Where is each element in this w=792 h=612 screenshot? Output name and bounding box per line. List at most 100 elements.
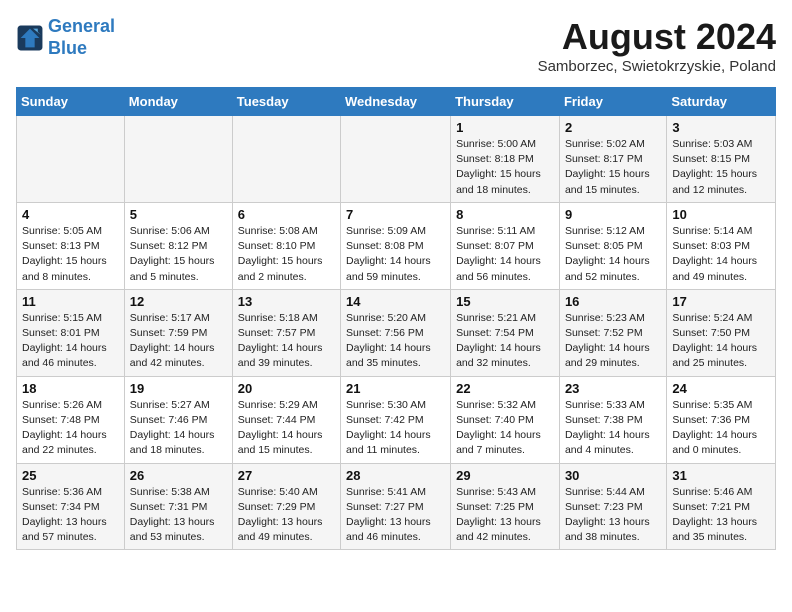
- calendar-header: SundayMondayTuesdayWednesdayThursdayFrid…: [17, 88, 776, 116]
- calendar-cell: 10 Sunrise: 5:14 AMSunset: 8:03 PMDayligh…: [667, 202, 776, 289]
- calendar-cell: 29 Sunrise: 5:43 AMSunset: 7:25 PMDayligh…: [451, 463, 560, 550]
- day-info: Sunrise: 5:17 AMSunset: 7:59 PMDaylight:…: [130, 311, 227, 372]
- calendar-cell: 31 Sunrise: 5:46 AMSunset: 7:21 PMDayligh…: [667, 463, 776, 550]
- day-number: 8: [456, 207, 554, 222]
- week-row-2: 4 Sunrise: 5:05 AMSunset: 8:13 PMDaylight…: [17, 202, 776, 289]
- day-number: 13: [238, 294, 335, 309]
- calendar-cell: 15Sunrise: 5:21 AMSunset: 7:54 PMDayligh…: [451, 289, 560, 376]
- day-info: Sunrise: 5:36 AMSunset: 7:34 PMDaylight:…: [22, 485, 119, 546]
- day-number: 24: [672, 381, 770, 396]
- header-day-thursday: Thursday: [451, 88, 560, 116]
- day-number: 2: [565, 120, 661, 135]
- calendar-cell: 18 Sunrise: 5:26 AMSunset: 7:48 PMDayligh…: [17, 376, 125, 463]
- calendar-cell: 17 Sunrise: 5:24 AMSunset: 7:50 PMDayligh…: [667, 289, 776, 376]
- calendar-cell: 5 Sunrise: 5:06 AMSunset: 8:12 PMDaylight…: [124, 202, 232, 289]
- calendar-cell: 19Sunrise: 5:27 AMSunset: 7:46 PMDayligh…: [124, 376, 232, 463]
- day-number: 16: [565, 294, 661, 309]
- day-number: 12: [130, 294, 227, 309]
- day-info: Sunrise: 5:44 AMSunset: 7:23 PMDaylight:…: [565, 485, 661, 546]
- day-number: 15: [456, 294, 554, 309]
- day-info: Sunrise: 5:00 AMSunset: 8:18 PMDaylight:…: [456, 137, 554, 198]
- day-number: 7: [346, 207, 445, 222]
- logo-line1: General: [48, 16, 115, 36]
- calendar-cell: 12 Sunrise: 5:17 AMSunset: 7:59 PMDayligh…: [124, 289, 232, 376]
- day-info: Sunrise: 5:35 AMSunset: 7:36 PMDaylight:…: [672, 398, 770, 459]
- calendar-cell: [341, 116, 451, 203]
- calendar-cell: [232, 116, 340, 203]
- calendar-cell: 11Sunrise: 5:15 AMSunset: 8:01 PMDayligh…: [17, 289, 125, 376]
- header-row: SundayMondayTuesdayWednesdayThursdayFrid…: [17, 88, 776, 116]
- header-day-wednesday: Wednesday: [341, 88, 451, 116]
- day-info: Sunrise: 5:20 AMSunset: 7:56 PMDaylight:…: [346, 311, 445, 372]
- day-number: 26: [130, 468, 227, 483]
- day-info: Sunrise: 5:02 AMSunset: 8:17 PMDaylight:…: [565, 137, 661, 198]
- calendar-cell: 14Sunrise: 5:20 AMSunset: 7:56 PMDayligh…: [341, 289, 451, 376]
- day-info: Sunrise: 5:40 AMSunset: 7:29 PMDaylight:…: [238, 485, 335, 546]
- calendar-cell: 9Sunrise: 5:12 AMSunset: 8:05 PMDaylight…: [559, 202, 666, 289]
- calendar-table: SundayMondayTuesdayWednesdayThursdayFrid…: [16, 87, 776, 550]
- logo-line2: Blue: [48, 38, 87, 58]
- day-info: Sunrise: 5:11 AMSunset: 8:07 PMDaylight:…: [456, 224, 554, 285]
- day-number: 18: [22, 381, 119, 396]
- calendar-cell: 1 Sunrise: 5:00 AMSunset: 8:18 PMDaylight…: [451, 116, 560, 203]
- logo-icon: [16, 24, 44, 52]
- calendar-cell: 22Sunrise: 5:32 AMSunset: 7:40 PMDayligh…: [451, 376, 560, 463]
- day-info: Sunrise: 5:23 AMSunset: 7:52 PMDaylight:…: [565, 311, 661, 372]
- day-info: Sunrise: 5:14 AMSunset: 8:03 PMDaylight:…: [672, 224, 770, 285]
- calendar-cell: 2 Sunrise: 5:02 AMSunset: 8:17 PMDaylight…: [559, 116, 666, 203]
- day-info: Sunrise: 5:03 AMSunset: 8:15 PMDaylight:…: [672, 137, 770, 198]
- header-day-monday: Monday: [124, 88, 232, 116]
- calendar-cell: 7 Sunrise: 5:09 AMSunset: 8:08 PMDaylight…: [341, 202, 451, 289]
- day-info: Sunrise: 5:24 AMSunset: 7:50 PMDaylight:…: [672, 311, 770, 372]
- day-info: Sunrise: 5:29 AMSunset: 7:44 PMDaylight:…: [238, 398, 335, 459]
- calendar-cell: 21Sunrise: 5:30 AMSunset: 7:42 PMDayligh…: [341, 376, 451, 463]
- day-number: 5: [130, 207, 227, 222]
- header-day-friday: Friday: [559, 88, 666, 116]
- day-number: 23: [565, 381, 661, 396]
- day-info: Sunrise: 5:15 AMSunset: 8:01 PMDaylight:…: [22, 311, 119, 372]
- calendar-cell: 26 Sunrise: 5:38 AMSunset: 7:31 PMDayligh…: [124, 463, 232, 550]
- header-day-tuesday: Tuesday: [232, 88, 340, 116]
- day-info: Sunrise: 5:41 AMSunset: 7:27 PMDaylight:…: [346, 485, 445, 546]
- calendar-cell: 23Sunrise: 5:33 AMSunset: 7:38 PMDayligh…: [559, 376, 666, 463]
- calendar-cell: [124, 116, 232, 203]
- day-number: 1: [456, 120, 554, 135]
- day-info: Sunrise: 5:05 AMSunset: 8:13 PMDaylight:…: [22, 224, 119, 285]
- day-info: Sunrise: 5:32 AMSunset: 7:40 PMDaylight:…: [456, 398, 554, 459]
- day-number: 4: [22, 207, 119, 222]
- location: Samborzec, Swietokrzyskie, Poland: [538, 58, 776, 75]
- day-info: Sunrise: 5:46 AMSunset: 7:21 PMDaylight:…: [672, 485, 770, 546]
- day-number: 29: [456, 468, 554, 483]
- day-number: 27: [238, 468, 335, 483]
- header-day-saturday: Saturday: [667, 88, 776, 116]
- week-row-4: 18 Sunrise: 5:26 AMSunset: 7:48 PMDayligh…: [17, 376, 776, 463]
- day-number: 25: [22, 468, 119, 483]
- calendar-cell: 27 Sunrise: 5:40 AMSunset: 7:29 PMDayligh…: [232, 463, 340, 550]
- week-row-3: 11Sunrise: 5:15 AMSunset: 8:01 PMDayligh…: [17, 289, 776, 376]
- day-info: Sunrise: 5:43 AMSunset: 7:25 PMDaylight:…: [456, 485, 554, 546]
- day-number: 20: [238, 381, 335, 396]
- week-row-5: 25 Sunrise: 5:36 AMSunset: 7:34 PMDayligh…: [17, 463, 776, 550]
- day-info: Sunrise: 5:38 AMSunset: 7:31 PMDaylight:…: [130, 485, 227, 546]
- calendar-cell: 28 Sunrise: 5:41 AMSunset: 7:27 PMDayligh…: [341, 463, 451, 550]
- day-info: Sunrise: 5:08 AMSunset: 8:10 PMDaylight:…: [238, 224, 335, 285]
- day-number: 10: [672, 207, 770, 222]
- header-day-sunday: Sunday: [17, 88, 125, 116]
- calendar-cell: 13Sunrise: 5:18 AMSunset: 7:57 PMDayligh…: [232, 289, 340, 376]
- day-info: Sunrise: 5:26 AMSunset: 7:48 PMDaylight:…: [22, 398, 119, 459]
- day-number: 28: [346, 468, 445, 483]
- day-info: Sunrise: 5:06 AMSunset: 8:12 PMDaylight:…: [130, 224, 227, 285]
- calendar-cell: 16 Sunrise: 5:23 AMSunset: 7:52 PMDayligh…: [559, 289, 666, 376]
- day-info: Sunrise: 5:27 AMSunset: 7:46 PMDaylight:…: [130, 398, 227, 459]
- day-number: 6: [238, 207, 335, 222]
- day-info: Sunrise: 5:12 AMSunset: 8:05 PMDaylight:…: [565, 224, 661, 285]
- day-number: 17: [672, 294, 770, 309]
- day-info: Sunrise: 5:09 AMSunset: 8:08 PMDaylight:…: [346, 224, 445, 285]
- calendar-cell: 20 Sunrise: 5:29 AMSunset: 7:44 PMDayligh…: [232, 376, 340, 463]
- calendar-cell: 8 Sunrise: 5:11 AMSunset: 8:07 PMDaylight…: [451, 202, 560, 289]
- month-year: August 2024: [538, 16, 776, 58]
- day-number: 31: [672, 468, 770, 483]
- calendar-body: 1 Sunrise: 5:00 AMSunset: 8:18 PMDaylight…: [17, 116, 776, 550]
- title-block: August 2024 Samborzec, Swietokrzyskie, P…: [538, 16, 776, 75]
- week-row-1: 1 Sunrise: 5:00 AMSunset: 8:18 PMDaylight…: [17, 116, 776, 203]
